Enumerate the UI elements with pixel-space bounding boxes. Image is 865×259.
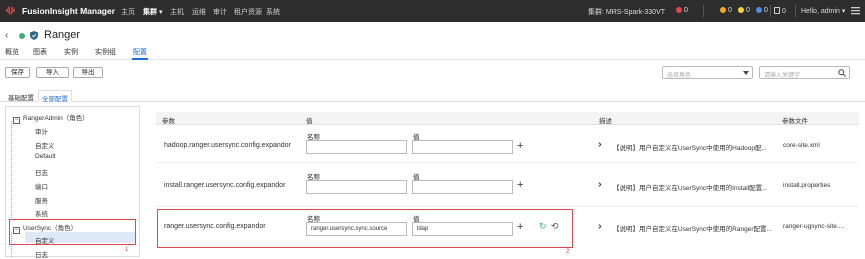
- param-file: core-site.xml: [783, 142, 820, 149]
- search-placeholder: 请输入关键字: [764, 73, 801, 79]
- annotation-label-1: 1: [125, 247, 129, 253]
- tab-instances[interactable]: 实例: [64, 47, 78, 57]
- warning-alarm-icon: [756, 7, 762, 13]
- double-chevron-right-icon[interactable]: ››: [598, 139, 601, 150]
- critical-alarm-icon: [676, 7, 682, 13]
- tree-item-system[interactable]: 系统: [35, 208, 48, 218]
- header-param: 参数: [162, 118, 175, 125]
- collapse-icon[interactable]: −: [13, 117, 20, 124]
- tree-guide-line: [11, 121, 12, 218]
- active-tab-indicator: [132, 58, 148, 60]
- nav-tenant[interactable]: 租户资源: [234, 7, 262, 17]
- tree-item-usersync-log[interactable]: 日志: [35, 249, 48, 259]
- tree-item-port[interactable]: 端口: [35, 181, 48, 191]
- major-alarm-icon: [720, 7, 726, 13]
- export-button[interactable]: 导出: [73, 67, 103, 78]
- value-input[interactable]: [412, 140, 513, 154]
- add-icon[interactable]: +: [517, 179, 523, 191]
- ranger-shield-icon: [30, 31, 38, 40]
- user-menu[interactable]: Hello, admin ▾: [801, 7, 845, 15]
- search-input[interactable]: 请输入关键字: [759, 66, 850, 79]
- service-name: Ranger: [44, 29, 81, 41]
- tab-charts[interactable]: 图表: [33, 47, 47, 57]
- annotation-label-2: 2: [566, 249, 570, 255]
- major-alarm[interactable]: 0: [720, 7, 732, 14]
- annotation-box-1: [9, 219, 136, 245]
- header-param-file: 参数文件: [782, 118, 808, 125]
- param-file: ranger-ugsync-site....: [783, 223, 845, 230]
- tab-overview[interactable]: 概览: [5, 47, 19, 57]
- save-button[interactable]: 保存: [5, 67, 30, 78]
- name-input[interactable]: [306, 180, 407, 194]
- back-button[interactable]: ‹: [5, 30, 8, 41]
- nav-audit[interactable]: 审计: [213, 7, 227, 17]
- chevron-down-icon: [743, 71, 749, 75]
- tab-basic-config[interactable]: 基础配置: [5, 90, 37, 102]
- param-description: 【说明】用户自定义在UserSync中使用的Ranger配置...: [613, 226, 772, 233]
- value-input[interactable]: [412, 180, 513, 194]
- role-select[interactable]: 选择角色: [662, 66, 753, 79]
- nav-cluster[interactable]: 集群 ▾: [143, 7, 162, 17]
- nav-system[interactable]: 系统: [266, 7, 280, 17]
- config-subtabs: 基础配置 全部配置: [0, 90, 865, 103]
- menu-icon[interactable]: [851, 6, 860, 15]
- minor-alarm[interactable]: 0: [738, 7, 750, 14]
- header-value: 值: [306, 118, 313, 125]
- search-icon[interactable]: [838, 69, 846, 77]
- tree-group-rangeradmin[interactable]: − RangerAdmin（角色）: [13, 112, 89, 124]
- import-button[interactable]: 导入: [36, 67, 69, 78]
- add-icon[interactable]: +: [517, 140, 523, 152]
- warning-alarm[interactable]: 0: [756, 7, 768, 14]
- tree-item-audit[interactable]: 审计: [35, 126, 48, 136]
- config-table-header: 参数 值 描述 参数文件: [156, 112, 859, 125]
- task-list[interactable]: 0: [774, 7, 786, 15]
- role-select-placeholder: 选择角色: [667, 73, 692, 79]
- nav-ops[interactable]: 运维: [192, 7, 206, 17]
- app-title: FusionInsight Manager: [22, 6, 116, 16]
- annotation-box-2: [157, 209, 573, 248]
- param-description: 【说明】用户自定义在UserSync中使用的Hadoop配...: [613, 145, 767, 152]
- param-file: install.properties: [783, 182, 831, 189]
- tab-instance-groups[interactable]: 实例组: [95, 47, 116, 57]
- service-status-icon: [19, 33, 25, 39]
- nav-hosts[interactable]: 主机: [170, 7, 184, 17]
- tab-configuration[interactable]: 配置: [133, 47, 147, 57]
- tree-item-log[interactable]: 日志: [35, 167, 48, 177]
- name-input[interactable]: [306, 140, 407, 154]
- param-name: install.ranger.usersync.config.expandor: [164, 182, 286, 189]
- minor-alarm-icon: [738, 7, 744, 13]
- tree-item-default[interactable]: Default: [35, 153, 56, 160]
- tree-item-service[interactable]: 服务: [35, 195, 48, 205]
- tree-item-custom[interactable]: 自定义: [35, 140, 55, 150]
- service-tabs: 概览 图表 实例 实例组 配置: [0, 46, 865, 60]
- nav-home[interactable]: 主页: [121, 7, 135, 17]
- task-icon: [774, 7, 780, 14]
- param-name: hadoop.ranger.usersync.config.expandor: [164, 142, 291, 149]
- cluster-selector[interactable]: 集群: MRS-Spark-330VT: [588, 7, 665, 17]
- double-chevron-right-icon[interactable]: ››: [598, 221, 601, 232]
- huawei-logo-icon: [5, 6, 16, 16]
- critical-alarm[interactable]: 0: [676, 7, 688, 14]
- top-navigation-bar: FusionInsight Manager 主页 集群 ▾ 主机 运维 审计 租…: [0, 0, 865, 22]
- double-chevron-right-icon[interactable]: ››: [598, 179, 601, 190]
- tab-all-config[interactable]: 全部配置: [38, 90, 72, 103]
- param-description: 【说明】用户自定义在UserSync中使用的Install配置...: [613, 185, 768, 192]
- header-description: 描述: [599, 118, 612, 125]
